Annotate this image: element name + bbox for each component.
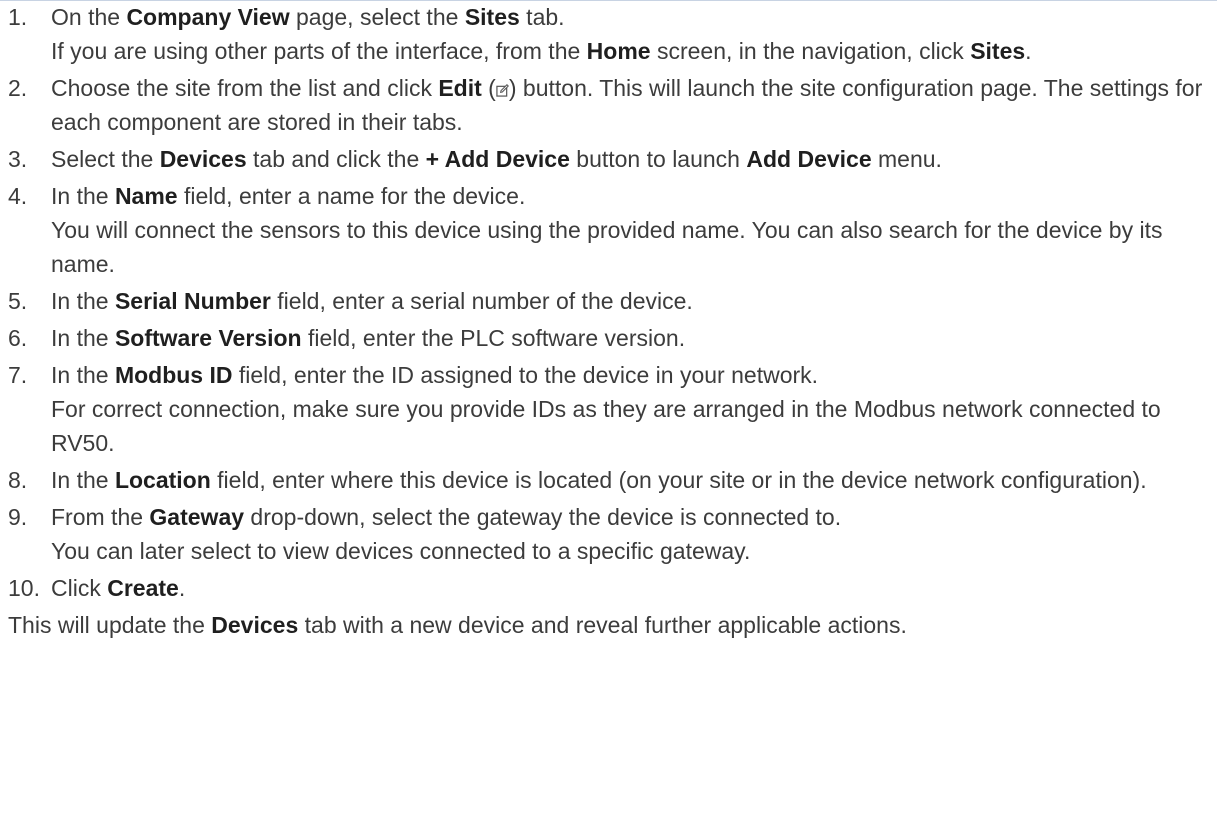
- step-10: 10. Click Create.: [8, 571, 1208, 605]
- step-text: Click Create.: [51, 571, 1208, 605]
- ui-term-create: Create: [107, 575, 179, 601]
- step-number: 10.: [8, 575, 40, 601]
- step-number: 9.: [8, 504, 28, 530]
- step-number: 8.: [8, 467, 28, 493]
- text: field, enter where this device is locate…: [210, 467, 1147, 493]
- step-number: 7.: [8, 362, 28, 388]
- ui-term-sites: Sites: [464, 4, 520, 30]
- text: field, enter the ID assigned to the devi…: [232, 362, 819, 388]
- step-1: 1. On the Company View page, select the …: [8, 0, 1208, 68]
- text: Select the: [51, 146, 160, 172]
- text: drop-down, select the gateway the device…: [244, 504, 842, 530]
- text: On the: [51, 4, 127, 30]
- text: tab with a new device and reveal further…: [298, 612, 907, 638]
- step-5: 5. In the Serial Number field, enter a s…: [8, 284, 1208, 318]
- text: In the: [51, 183, 115, 209]
- text: From the: [51, 504, 150, 530]
- text: page, select the: [289, 4, 465, 30]
- result-paragraph: This will update the Devices tab with a …: [8, 608, 1208, 642]
- step-2: 2. Choose the site from the list and cli…: [8, 71, 1208, 139]
- text: Click: [51, 575, 108, 601]
- step-text: Choose the site from the list and click …: [51, 71, 1208, 139]
- ui-term-gateway: Gateway: [149, 504, 245, 530]
- step-text: In the Location field, enter where this …: [51, 463, 1208, 497]
- step-note: You can later select to view devices con…: [51, 538, 751, 564]
- ui-term-home: Home: [586, 38, 651, 64]
- text: button to launch: [569, 146, 747, 172]
- step-note: You will connect the sensors to this dev…: [51, 217, 1163, 277]
- step-3: 3. Select the Devices tab and click the …: [8, 142, 1208, 176]
- edit-icon: [496, 84, 509, 97]
- ui-term-devices: Devices: [211, 612, 299, 638]
- ui-term-edit: Edit: [438, 75, 482, 101]
- step-text: In the Name field, enter a name for the …: [51, 179, 1208, 281]
- ui-term-sites: Sites: [970, 38, 1026, 64]
- text: tab.: [519, 4, 565, 30]
- step-4: 4. In the Name field, enter a name for t…: [8, 179, 1208, 281]
- step-6: 6. In the Software Version field, enter …: [8, 321, 1208, 355]
- ui-term-add-device-button: + Add Device: [425, 146, 570, 172]
- text: menu.: [871, 146, 942, 172]
- text: This will update the: [8, 612, 212, 638]
- instructions-document: 1. On the Company View page, select the …: [8, 0, 1208, 642]
- ui-term-software-version: Software Version: [114, 325, 302, 351]
- step-number: 2.: [8, 75, 28, 101]
- step-number: 3.: [8, 146, 28, 172]
- step-text: In the Software Version field, enter the…: [51, 321, 1208, 355]
- text: screen, in the navigation, click: [650, 38, 971, 64]
- text: .: [178, 575, 186, 601]
- step-9: 9. From the Gateway drop-down, select th…: [8, 500, 1208, 568]
- text: In the: [51, 362, 115, 388]
- text: tab and click the: [246, 146, 426, 172]
- ui-term-name: Name: [114, 183, 178, 209]
- step-note: For correct connection, make sure you pr…: [51, 396, 1161, 456]
- ui-term-devices: Devices: [159, 146, 247, 172]
- text: (: [481, 75, 496, 101]
- step-8: 8. In the Location field, enter where th…: [8, 463, 1208, 497]
- step-text: On the Company View page, select the Sit…: [51, 0, 1208, 68]
- ui-term-add-device-menu: Add Device: [746, 146, 872, 172]
- ui-term-serial-number: Serial Number: [114, 288, 271, 314]
- step-text: Select the Devices tab and click the + A…: [51, 142, 1208, 176]
- text: field, enter the PLC software version.: [301, 325, 686, 351]
- text: In the: [51, 288, 115, 314]
- steps-list: 1. On the Company View page, select the …: [8, 0, 1208, 605]
- step-7: 7. In the Modbus ID field, enter the ID …: [8, 358, 1208, 460]
- text: field, enter a name for the device.: [177, 183, 526, 209]
- text: field, enter a serial number of the devi…: [270, 288, 693, 314]
- step-number: 6.: [8, 325, 28, 351]
- step-number: 4.: [8, 183, 28, 209]
- step-text: In the Modbus ID field, enter the ID ass…: [51, 358, 1208, 460]
- text: In the: [51, 325, 115, 351]
- text: In the: [51, 467, 115, 493]
- step-number: 5.: [8, 288, 28, 314]
- ui-term-location: Location: [114, 467, 211, 493]
- step-number: 1.: [8, 4, 28, 30]
- step-text: From the Gateway drop-down, select the g…: [51, 500, 1208, 568]
- step-text: In the Serial Number field, enter a seri…: [51, 284, 1208, 318]
- ui-term-company-view: Company View: [126, 4, 290, 30]
- text: .: [1025, 38, 1032, 64]
- ui-term-modbus-id: Modbus ID: [114, 362, 233, 388]
- text: Choose the site from the list and click: [51, 75, 439, 101]
- step-note: If you are using other parts of the inte…: [51, 34, 1208, 68]
- text: If you are using other parts of the inte…: [51, 38, 587, 64]
